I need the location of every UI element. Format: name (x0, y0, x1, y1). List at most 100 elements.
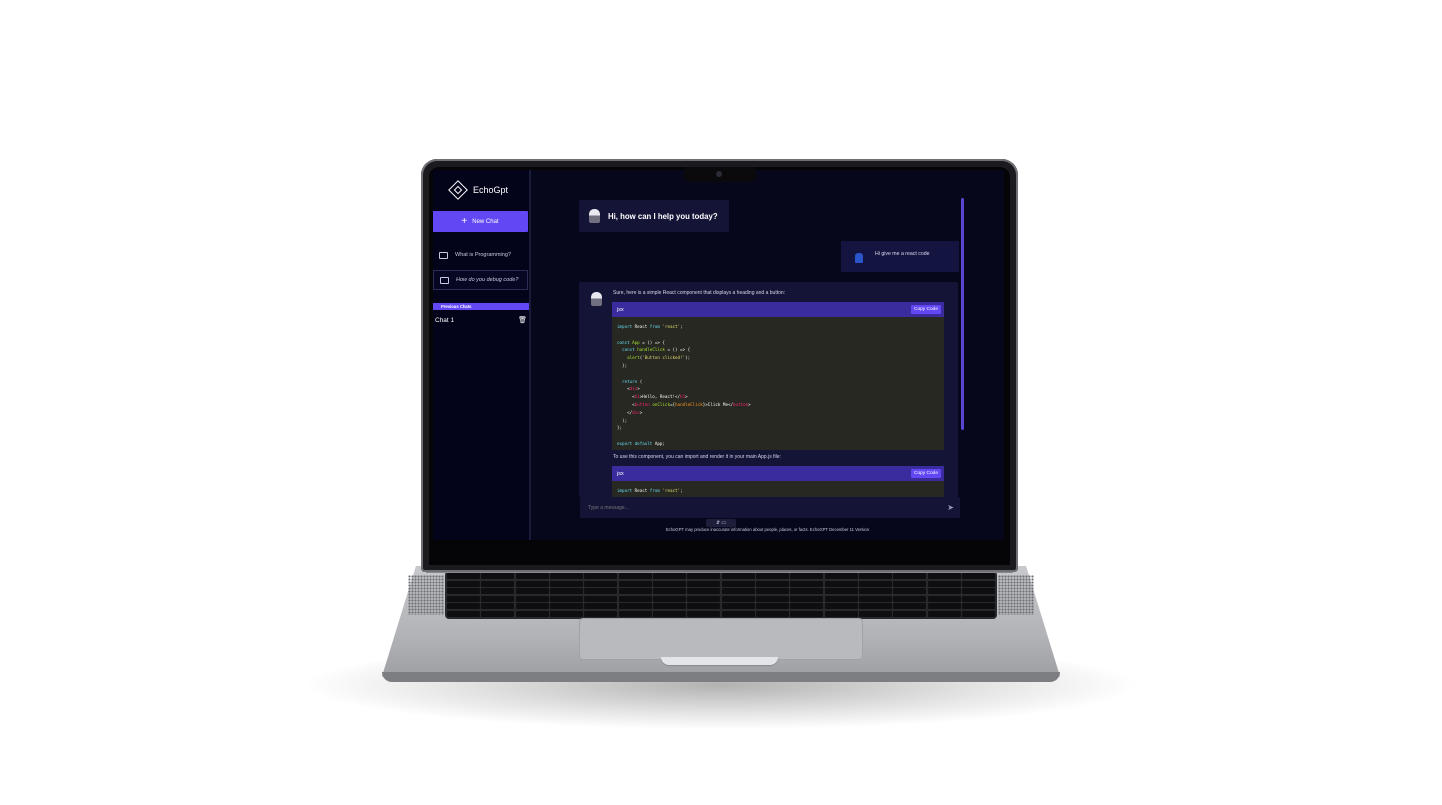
keyboard (445, 571, 997, 619)
keyboard-key (584, 580, 618, 587)
plus-icon: + (461, 215, 468, 227)
keyboard-key (653, 603, 686, 610)
keyboard-key (962, 580, 995, 587)
keyboard-key (447, 595, 480, 602)
assistant-intro-text: Sure, here is a simple React component t… (613, 290, 786, 296)
keyboard-key (859, 610, 892, 617)
keyboard-key (653, 573, 686, 580)
keyboard-key (756, 610, 789, 617)
keyboard-key (790, 610, 824, 617)
keyboard-key (481, 610, 515, 617)
code-language: jsx (617, 306, 624, 313)
new-chat-button[interactable]: + New Chat (433, 211, 528, 232)
camera-icon (716, 171, 722, 177)
assistant-avatar (591, 292, 602, 306)
scroll-controls[interactable]: ⇵ ▭ (706, 519, 736, 527)
keyboard-key (721, 603, 755, 610)
keyboard-key (721, 580, 755, 587)
speaker-grille-right (998, 575, 1034, 615)
keyboard-key (824, 595, 858, 602)
greeting-text: Hi, how can I help you today? (608, 211, 718, 221)
code-block: jsx Copy Code import React from 'react'; (612, 466, 944, 497)
send-icon[interactable]: ➤ (947, 503, 954, 512)
keyboard-key (515, 603, 549, 610)
keyboard-key (550, 580, 583, 587)
sidebar-item-label: What is Programming? (455, 252, 511, 258)
keyboard-key (893, 603, 927, 610)
keyboard-key (618, 580, 652, 587)
chat-bubble-icon (439, 251, 448, 259)
keyboard-key (859, 603, 892, 610)
keyboard-key (481, 588, 515, 595)
brand[interactable]: EchoGpt (448, 180, 508, 200)
message-input[interactable] (586, 503, 910, 512)
keyboard-key (550, 603, 583, 610)
keyboard-key (687, 580, 721, 587)
keyboard-key (653, 580, 686, 587)
keyboard-key (893, 573, 927, 580)
keyboard-key (927, 603, 961, 610)
keyboard-key (859, 573, 892, 580)
copy-code-button[interactable]: Copy Code (911, 305, 941, 314)
code-block-header: jsx Copy Code (612, 302, 944, 317)
keyboard-key (584, 610, 618, 617)
keyboard-key (859, 588, 892, 595)
laptop-screen: EchoGpt + New Chat What is Programming? … (433, 170, 1004, 540)
keyboard-key (584, 595, 618, 602)
keyboard-key (790, 580, 824, 587)
keyboard-key (550, 573, 583, 580)
keyboard-key (824, 573, 858, 580)
keyboard-key (721, 595, 755, 602)
keyboard-key (756, 603, 789, 610)
user-message: Hi give me a react code (841, 241, 959, 272)
keyboard-key (824, 580, 858, 587)
keyboard-key (790, 603, 824, 610)
previous-chat-label: Chat 1 (435, 316, 455, 324)
trash-icon[interactable]: 🗑 (518, 316, 527, 324)
keyboard-key (481, 603, 515, 610)
copy-code-button[interactable]: Copy Code (911, 469, 941, 478)
chat-bubble-icon (440, 276, 449, 284)
assistant-greeting-message: Hi, how can I help you today? (579, 200, 729, 232)
keyboard-key (550, 610, 583, 617)
assistant-code-message: Sure, here is a simple React component t… (579, 282, 958, 497)
keyboard-key (447, 588, 480, 595)
previous-chats-heading: Previous Chats (433, 303, 529, 310)
keyboard-key (653, 595, 686, 602)
assistant-followup-text: To use this component, you can import an… (613, 454, 781, 460)
keyboard-key (790, 588, 824, 595)
keyboard-key (618, 610, 652, 617)
keyboard-key (653, 588, 686, 595)
keyboard-key (481, 595, 515, 602)
keyboard-key (550, 595, 583, 602)
sidebar-item-debug-code[interactable]: How do you debug code? (433, 270, 528, 290)
keyboard-key (927, 595, 961, 602)
keyboard-key (824, 603, 858, 610)
keyboard-key (584, 603, 618, 610)
assistant-avatar (589, 209, 600, 223)
keyboard-key (721, 573, 755, 580)
keyboard-key (927, 573, 961, 580)
keyboard-key (653, 610, 686, 617)
previous-chat-item[interactable]: Chat 1 🗑 (435, 316, 527, 325)
new-chat-label: New Chat (472, 218, 499, 225)
keyboard-key (790, 595, 824, 602)
keyboard-key (927, 588, 961, 595)
keyboard-key (584, 588, 618, 595)
keyboard-key (550, 588, 583, 595)
keyboard-key (481, 573, 515, 580)
keyboard-key (584, 573, 618, 580)
keyboard-key (481, 580, 515, 587)
code-content: import React from 'react'; (617, 488, 683, 493)
keyboard-key (893, 588, 927, 595)
keyboard-key (687, 610, 721, 617)
keyboard-key (859, 595, 892, 602)
sidebar-item-what-is-programming[interactable]: What is Programming? (433, 245, 528, 265)
keyboard-key (927, 610, 961, 617)
keyboard-key (618, 603, 652, 610)
keyboard-key (721, 588, 755, 595)
keyboard-key (790, 573, 824, 580)
scrollbar-thumb[interactable] (961, 198, 964, 430)
user-avatar (855, 253, 863, 263)
keyboard-key (618, 588, 652, 595)
